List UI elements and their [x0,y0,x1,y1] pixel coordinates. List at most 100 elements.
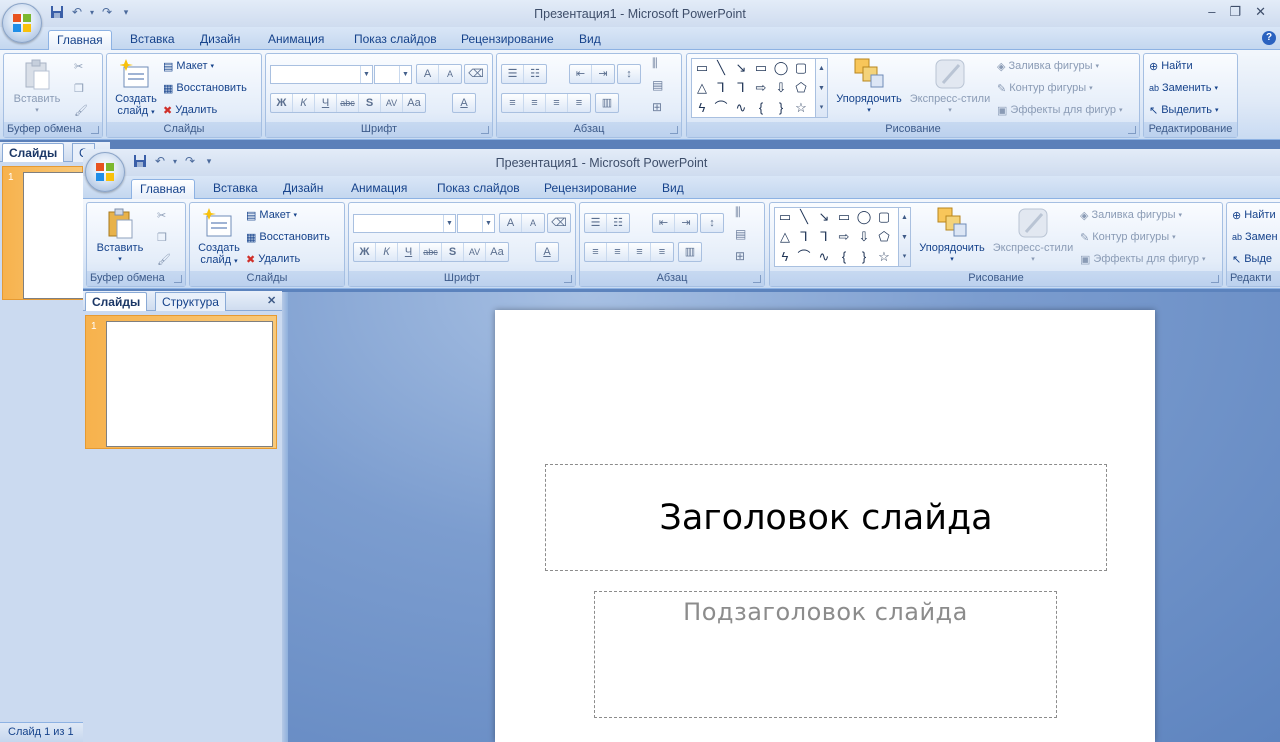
shapes-scroll[interactable]: ▲ ▼ ▾ [899,207,911,267]
textbox-shape-icon[interactable]: ▭ [776,209,794,224]
shapes-gallery[interactable]: ▭ ╲ ↘ ▭ ◯ ▢ △ ⅂ ⅂ ⇨ ⇩ ⬠ ϟ ⌒ ∿ { } ☆ [691,58,816,118]
cut-button[interactable]: ✂ [74,57,83,75]
new-slide-button[interactable]: Создать слайд ▾ [194,208,244,268]
replace-button[interactable]: ab Замен [1232,228,1278,246]
find-button[interactable]: ⊕ Найти [1149,57,1193,75]
slide-thumbnail-selected[interactable]: 1 [85,315,277,449]
increase-indent-icon[interactable]: ⇥ [675,214,697,232]
shrink-font-button[interactable]: A [439,65,461,83]
tab-animation[interactable]: Анимация [260,30,332,50]
tab-design[interactable]: Дизайн [275,179,331,199]
curve-shape-icon[interactable]: ∿ [732,100,750,115]
rectangle-shape-icon[interactable]: ▭ [835,209,853,224]
slide-thumbnail[interactable] [106,321,273,447]
shapes-gallery[interactable]: ▭ ╲ ↘ ▭ ◯ ▢ △ ⅂ ⅂ ⇨ ⇩ ⬠ ϟ ⌒ ∿ { } ☆ [774,207,899,267]
rectangle-shape-icon[interactable]: ▭ [752,60,770,75]
close-icon[interactable]: ✕ [1255,4,1266,20]
font-size-combo[interactable]: ▼ [374,65,412,84]
layout-button[interactable]: ▤ Макет ▾ [246,206,297,224]
tab-review[interactable]: Рецензирование [453,30,562,50]
title-placeholder[interactable]: Заголовок слайда [545,464,1107,571]
slide-thumbnail[interactable] [23,172,84,299]
change-case-button[interactable]: Aa [403,94,425,112]
arc-shape-icon[interactable]: ⌒ [795,249,813,264]
font-color-button[interactable]: A [536,243,558,261]
tab-animation[interactable]: Анимация [343,179,415,199]
char-spacing-button[interactable]: AV [381,94,403,112]
columns-icon[interactable]: ▥ [596,94,618,112]
shape-effects-button[interactable]: ▣ Эффекты для фигур ▾ [1080,250,1206,268]
drawing-launcher-icon[interactable] [1128,126,1136,134]
restore-icon[interactable]: ❐ [1229,4,1241,20]
shape-fill-button[interactable]: ◈ Заливка фигуры ▾ [997,57,1099,75]
line-shape-icon[interactable]: ╲ [712,60,730,75]
minimize-icon[interactable]: – [1208,4,1215,20]
drawing-launcher-icon[interactable] [1211,275,1219,283]
arrow-line-shape-icon[interactable]: ↘ [732,60,750,75]
bullets-icon[interactable]: ☰ [585,214,607,232]
star-shape-icon[interactable]: ☆ [792,100,810,115]
clipboard-launcher-icon[interactable] [91,126,99,134]
font-name-dropdown-icon[interactable]: ▼ [360,66,372,83]
tab-insert[interactable]: Вставка [205,179,266,199]
reset-button[interactable]: ▦ Восстановить [246,228,330,246]
decrease-indent-icon[interactable]: ⇤ [570,65,592,83]
subtitle-placeholder[interactable]: Подзаголовок слайда [594,591,1057,718]
office-button[interactable] [2,3,42,43]
new-slide-button[interactable]: Создать слайд ▾ [111,59,161,119]
align-left-icon[interactable]: ≡ [502,94,524,112]
right-arrow-shape-icon[interactable]: ⇨ [752,80,770,95]
tab-review[interactable]: Рецензирование [536,179,645,199]
tab-outline-panel[interactable]: Структура [155,292,226,311]
font-size-dropdown-icon[interactable]: ▼ [399,66,411,83]
left-brace-shape-icon[interactable]: { [835,249,853,264]
tab-slides-panel[interactable]: Слайды [2,143,65,162]
shrink-font-button[interactable]: A [522,214,544,232]
quick-styles-button[interactable]: Экспресс-стили ▾ [990,206,1076,266]
arc-shape-icon[interactable]: ⌒ [712,100,730,115]
elbow-connector-icon[interactable]: ⅂ [712,80,730,95]
tab-slideshow[interactable]: Показ слайдов [429,179,528,199]
shapes-down-icon[interactable]: ▼ [816,79,827,99]
shapes-down-icon[interactable]: ▼ [899,228,910,248]
text-direction-icon[interactable]: ⫼ [652,56,658,71]
layout-button[interactable]: ▤ Макет ▾ [163,57,214,75]
shadow-button[interactable]: S [359,94,381,112]
tab-home[interactable]: Главная [48,30,112,50]
tab-view[interactable]: Вид [571,30,609,50]
font-name-dropdown-icon[interactable]: ▼ [443,215,455,232]
replace-button[interactable]: ab Заменить ▾ [1149,79,1218,97]
delete-slide-button[interactable]: ✖ Удалить [163,101,217,119]
star-shape-icon[interactable]: ☆ [875,249,893,264]
grow-font-button[interactable]: A [417,65,439,83]
lightning-shape-icon[interactable]: ϟ [776,249,794,264]
char-spacing-button[interactable]: AV [464,243,486,261]
help-icon[interactable]: ? [1262,31,1276,45]
rounded-rect-shape-icon[interactable]: ▢ [875,209,893,224]
clipboard-launcher-icon[interactable] [174,275,182,283]
close-panel-icon[interactable]: ✕ [267,294,276,307]
shape-fill-button[interactable]: ◈ Заливка фигуры ▾ [1080,206,1182,224]
paragraph-launcher-icon[interactable] [670,126,678,134]
clear-format-icon[interactable]: ⌫ [465,65,487,83]
cut-button[interactable]: ✂ [157,206,166,224]
right-brace-shape-icon[interactable]: } [772,100,790,115]
office-button[interactable] [85,152,125,192]
down-arrow-shape-icon[interactable]: ⇩ [855,229,873,244]
shadow-button[interactable]: S [442,243,464,261]
numbering-icon[interactable]: ☷ [607,214,629,232]
format-painter-button[interactable]: 🖌 [157,250,171,268]
elbow-arrow-icon[interactable]: ⅂ [815,229,833,244]
numbering-icon[interactable]: ☷ [524,65,546,83]
tab-design[interactable]: Дизайн [192,30,248,50]
clear-format-icon[interactable]: ⌫ [548,214,570,232]
quick-styles-button[interactable]: Экспресс-стили ▾ [907,57,993,117]
curve-shape-icon[interactable]: ∿ [815,249,833,264]
down-arrow-shape-icon[interactable]: ⇩ [772,80,790,95]
triangle-shape-icon[interactable]: △ [776,229,794,244]
font-size-dropdown-icon[interactable]: ▼ [482,215,494,232]
align-right-icon[interactable]: ≡ [629,243,651,261]
underline-button[interactable]: Ч [398,243,420,261]
shapes-scroll[interactable]: ▲ ▼ ▾ [816,58,828,118]
font-name-combo[interactable]: ▼ [353,214,456,233]
